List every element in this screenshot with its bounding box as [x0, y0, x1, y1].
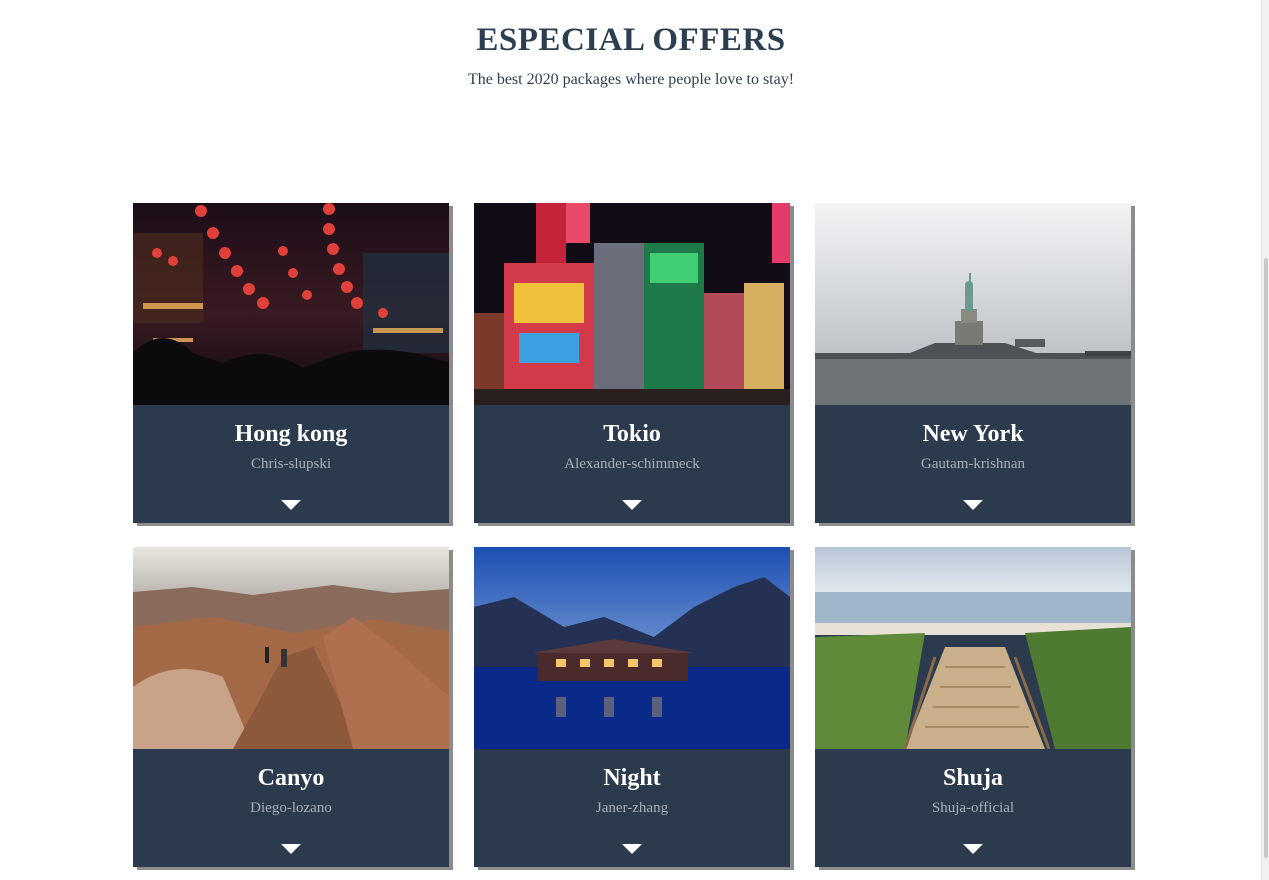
card-title: Tokio	[603, 421, 661, 447]
beach-boardwalk-image	[815, 547, 1131, 749]
caret-down-icon[interactable]	[963, 844, 983, 854]
offer-card-tokio[interactable]: Tokio Alexander-schimmeck	[474, 203, 790, 523]
card-photo	[815, 203, 1131, 405]
vertical-scrollbar[interactable]	[1261, 0, 1269, 880]
statue-of-liberty-image	[815, 203, 1131, 405]
card-credit: Diego-lozano	[250, 800, 332, 816]
caret-down-icon[interactable]	[963, 500, 983, 510]
card-title: Shuja	[942, 765, 1004, 791]
page-subtitle: The best 2020 packages where people love…	[467, 71, 795, 88]
caret-down-icon[interactable]	[622, 844, 642, 854]
section-header: ESPECIAL OFFERS The best 2020 packages w…	[0, 0, 1262, 91]
canyon-trail-image	[133, 547, 449, 749]
card-photo	[474, 203, 790, 405]
card-photo	[474, 547, 790, 749]
neon-city-street-image	[474, 203, 790, 405]
offer-card-night[interactable]: Night Janer-zhang	[474, 547, 790, 867]
card-photo	[815, 547, 1131, 749]
night-market-lanterns-image	[133, 203, 449, 405]
offer-card-hong-kong[interactable]: Hong kong Chris-slupski	[133, 203, 449, 523]
card-credit: Shuja-official	[931, 800, 1015, 816]
offer-card-new-york[interactable]: New York Gautam-krishnan	[815, 203, 1131, 523]
card-photo	[133, 203, 449, 405]
offer-card-shuja[interactable]: Shuja Shuja-official	[815, 547, 1131, 867]
lake-house-dusk-image	[474, 547, 790, 749]
offer-card-canyo[interactable]: Canyo Diego-lozano	[133, 547, 449, 867]
card-title: Canyo	[257, 765, 325, 791]
caret-down-icon[interactable]	[281, 844, 301, 854]
card-photo	[133, 547, 449, 749]
caret-down-icon[interactable]	[622, 500, 642, 510]
card-title: Night	[603, 765, 661, 791]
page-title: ESPECIAL OFFERS	[476, 22, 786, 58]
card-credit: Gautam-krishnan	[920, 456, 1026, 472]
card-title: Hong kong	[234, 421, 348, 447]
card-credit: Janer-zhang	[595, 800, 669, 816]
card-credit: Chris-slupski	[250, 456, 331, 472]
caret-down-icon[interactable]	[281, 500, 301, 510]
card-title: New York	[922, 421, 1024, 447]
card-credit: Alexander-schimmeck	[564, 456, 700, 472]
scrollbar-thumb[interactable]	[1264, 258, 1268, 858]
